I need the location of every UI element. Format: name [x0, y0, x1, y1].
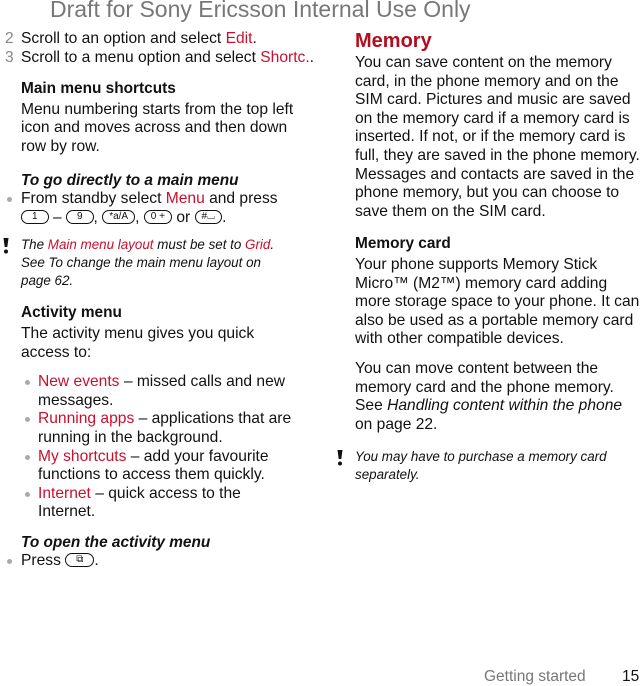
step-number: 3	[5, 48, 14, 66]
key-hash: #⌴	[194, 209, 223, 224]
step-2: 2 Scroll to an option and select Edit.	[5, 30, 257, 47]
activity-item-running-apps: Running apps – applications that are run…	[0, 410, 313, 447]
handling-content-reference: Handling content within the phone	[387, 397, 623, 415]
memory-card-body: Your phone supports Memory Stick Micro™ …	[355, 255, 640, 348]
grid-link: Grid	[245, 237, 271, 253]
edit-link: Edit	[225, 30, 253, 47]
activity-key-icon: ⧉	[65, 553, 95, 568]
warning-icon	[337, 450, 343, 466]
open-activity-bullet: Press ⧉.	[0, 552, 320, 571]
warning-icon	[3, 238, 9, 254]
main-menu-shortcuts-heading: Main menu shortcuts	[21, 80, 176, 98]
bullet-dot	[7, 559, 12, 565]
left-column: 2 Scroll to an option and select Edit. 3…	[0, 30, 320, 571]
shortc-link: Shortc.	[260, 48, 310, 66]
step-3: 3 Scroll to a menu option and select Sho…	[5, 48, 314, 66]
activity-item-new-events: New events – missed calls and new messag…	[0, 373, 308, 410]
memory-card-body-2: You can move content between the memory …	[355, 359, 623, 433]
open-activity-heading: To open the activity menu	[21, 533, 211, 551]
go-directly-bullet: From standby select Menu and press 1 – 9…	[0, 190, 320, 227]
activity-item-internet: Internet – quick access to the Internet.	[0, 485, 298, 522]
note-purchase-memory-card: You may have to purchase a memory card s…	[334, 448, 635, 484]
activity-menu-heading: Activity menu	[21, 304, 122, 322]
activity-menu-body: The activity menu gives you quick access…	[21, 324, 255, 361]
bullet-dot	[25, 380, 30, 386]
memory-body: You can save content on the memory card,…	[355, 54, 640, 220]
key-1: 1	[21, 209, 49, 224]
bullet-dot	[25, 491, 30, 497]
footer-section-label: Getting started	[484, 668, 586, 685]
menu-link: Menu	[165, 190, 205, 208]
memory-card-heading: Memory card	[355, 235, 451, 253]
page-number: 15	[622, 668, 640, 685]
step-number: 2	[5, 30, 14, 47]
bullet-dot	[7, 197, 12, 203]
draft-watermark: Draft for Sony Ericsson Internal Use Onl…	[50, 0, 471, 22]
bullet-dot	[25, 417, 30, 423]
go-directly-heading: To go directly to a main menu	[21, 171, 239, 189]
key-star: *a/A	[102, 209, 136, 224]
memory-heading: Memory	[355, 30, 432, 52]
note-main-menu-layout: The Main menu layout must be set to Grid…	[0, 236, 286, 290]
main-menu-shortcuts-body: Menu numbering starts from the top left …	[21, 100, 294, 155]
key-0: 0 +	[143, 209, 172, 224]
right-column: Memory You can save content on the memor…	[337, 30, 641, 484]
main-menu-layout-link: Main menu layout	[47, 237, 154, 253]
activity-item-my-shortcuts: My shortcuts – add your favourite functi…	[0, 448, 318, 485]
bullet-dot	[25, 454, 30, 460]
key-9: 9	[65, 209, 94, 224]
